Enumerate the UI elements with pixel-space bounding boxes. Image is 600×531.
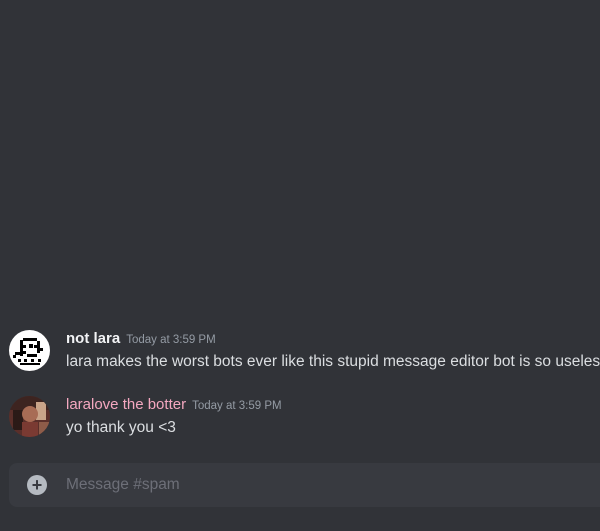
user-avatar[interactable] (9, 396, 50, 437)
message-input[interactable] (66, 463, 586, 507)
message-content: yo thank you <3 (66, 419, 176, 436)
message-timestamp: Today at 3:59 PM (192, 400, 282, 412)
chat-area: not lara Today at 3:59 PM lara makes the … (0, 0, 600, 531)
message-author[interactable]: not lara (66, 330, 120, 347)
message-timestamp: Today at 3:59 PM (126, 334, 216, 346)
message-header: laralove the botter Today at 3:59 PM (66, 396, 282, 415)
message-composer: + (9, 463, 600, 507)
user-avatar[interactable] (9, 330, 50, 371)
pixel-face-avatar-icon (9, 330, 50, 371)
photo-avatar-icon (9, 396, 50, 437)
message-content: lara makes the worst bots ever like this… (66, 353, 600, 370)
message-item[interactable]: not lara Today at 3:59 PM lara makes the … (0, 330, 600, 386)
message-item[interactable]: laralove the botter Today at 3:59 PM yo t… (0, 396, 600, 452)
message-author[interactable]: laralove the botter (66, 396, 186, 413)
message-header: not lara Today at 3:59 PM (66, 330, 216, 349)
plus-circle-icon[interactable]: + (27, 475, 47, 495)
